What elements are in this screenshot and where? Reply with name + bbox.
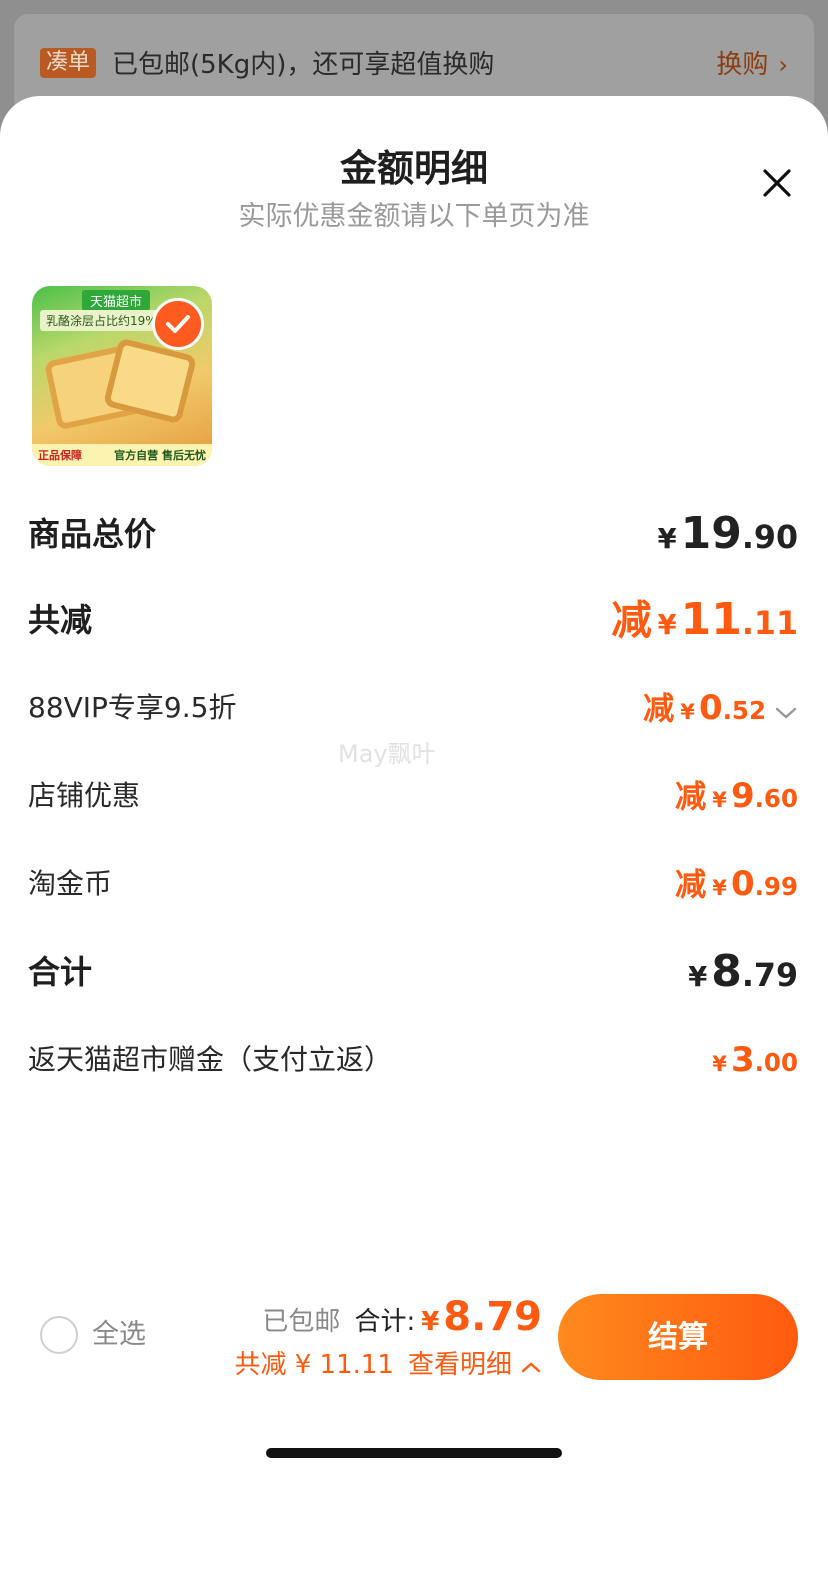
chevron-down-icon[interactable] [774,680,798,740]
exchange-link[interactable]: 换购 › [716,44,788,81]
shop-discount-value: 减 ¥9.60 [675,776,798,816]
product-guarantee-label: 正品保障 [38,449,82,462]
checkout-button[interactable]: 结算 [558,1294,798,1380]
exchange-link-label: 换购 [716,50,769,80]
sheet-subtitle: 实际优惠金额请以下单页为准 [238,201,590,232]
vip-discount-label: 88VIP专享9.5折 [28,691,237,724]
chevron-up-icon[interactable] [520,1351,542,1381]
product-promo-label: 乳酪涂层占比约19% [40,310,163,331]
sheet-title: 金额明细 [340,147,488,190]
coin-discount-label: 淘金币 [28,867,113,900]
summary-discount[interactable]: 共减 ¥ 11.11 查看明细 [234,1344,542,1381]
watermark: May飘叶 [338,740,436,768]
total-discount-value: 减 ¥11.11 [611,594,798,645]
checkmark-icon [152,298,204,350]
vip-discount-value: 减 ¥0.52 [643,678,798,742]
addon-text: 已包邮(5Kg内)，还可享超值换购 [112,50,495,80]
product-official-label: 官方自营 售后无忧 [114,449,206,462]
coin-discount-value: 减 ¥0.99 [675,864,798,904]
total-discount-label: 共减 [28,601,93,639]
subtotal-label: 商品总价 [28,515,157,553]
total-row: 合计 ¥8.79 [28,942,798,1002]
cashback-value: ¥3.00 [712,1040,798,1080]
product-thumbnail: 天猫超市 乳酪涂层占比约19% 正品保障 官方自营 售后无忧 [32,286,212,466]
total-value: ¥8.79 [688,946,798,997]
shop-discount-row: 店铺优惠 减 ¥9.60 [28,766,798,826]
select-all-radio[interactable] [40,1316,78,1354]
close-icon[interactable] [756,162,798,204]
total-label-bottom: 合计: [354,1307,416,1337]
home-indicator [266,1448,562,1458]
total-discount-row: 共减 减 ¥11.11 [28,590,798,650]
view-detail-link[interactable]: 查看明细 [408,1350,512,1380]
summary-total: 已包邮 合计: ¥8.79 [262,1294,542,1340]
subtotal-row: 商品总价 ¥19.90 [28,504,798,564]
addon-tag: 凑单 [40,48,97,78]
discount-summary: 共减 ¥ 11.11 [234,1350,394,1380]
cashback-row: 返天猫超市赠金（支付立返） ¥3.00 [28,1030,798,1090]
cashback-label: 返天猫超市赠金（支付立返） [28,1043,393,1076]
chevron-right-icon: › [778,51,788,79]
coin-discount-row: 淘金币 减 ¥0.99 [28,854,798,914]
select-all-label: 全选 [92,1319,146,1350]
product-brand-label: 天猫超市 [82,290,151,311]
total-amount-bottom: ¥8.79 [421,1294,542,1340]
amount-detail-sheet: 金额明细 实际优惠金额请以下单页为准 天猫超市 乳酪涂层占比约19% 正品保障 … [0,96,828,1573]
total-label: 合计 [28,953,93,991]
vip-discount-row[interactable]: 88VIP专享9.5折 减 ¥0.52 [28,678,798,738]
shop-discount-label: 店铺优惠 [28,779,141,812]
shipping-label: 已包邮 [262,1307,341,1337]
subtotal-value: ¥19.90 [657,508,798,559]
